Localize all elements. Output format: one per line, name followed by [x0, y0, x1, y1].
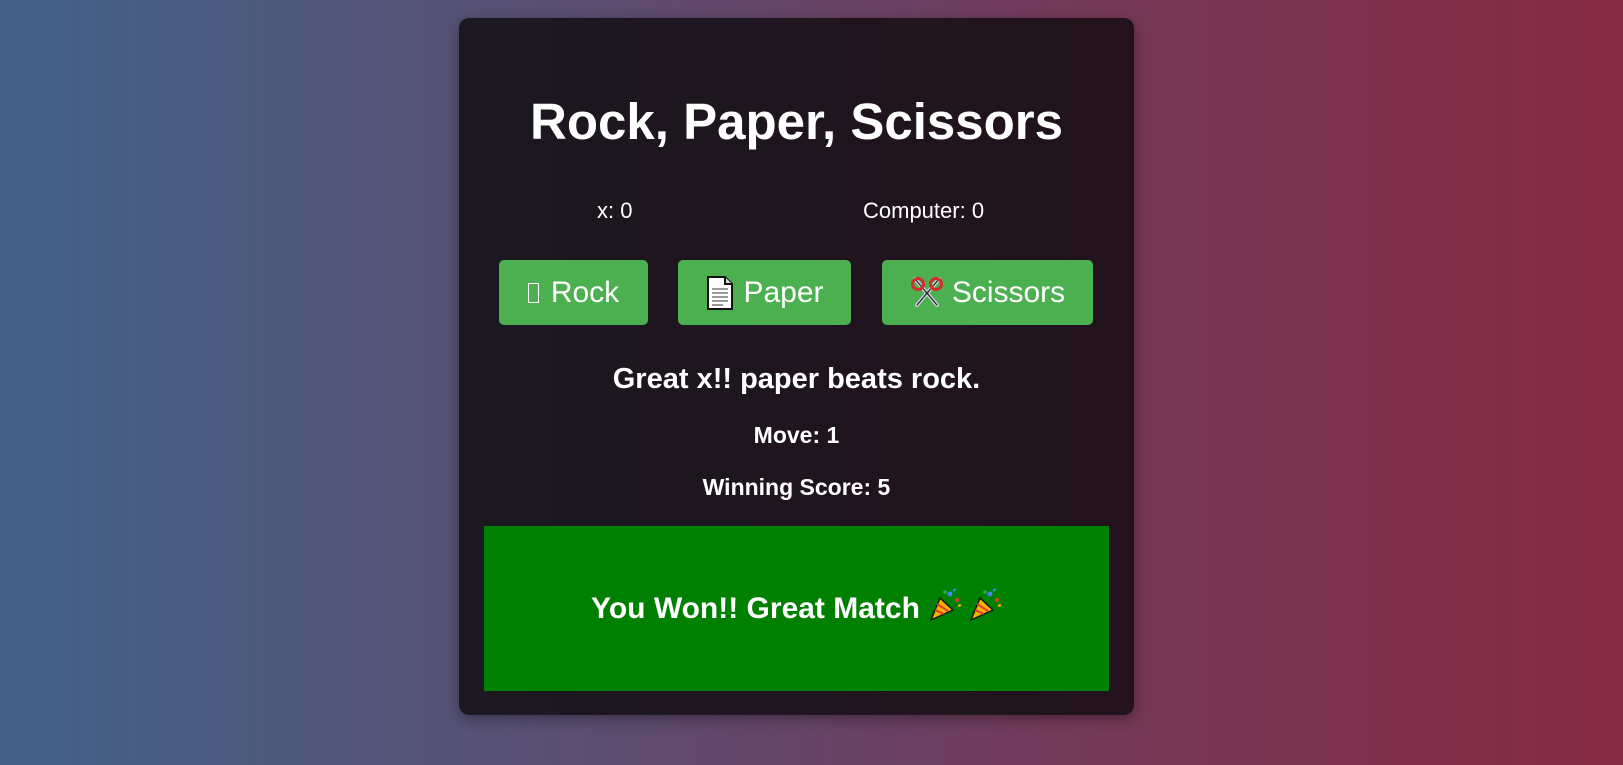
- game-card: Rock, Paper, Scissors x: 0 Computer: 0 R…: [459, 18, 1134, 715]
- move-counter: Move: 1: [753, 422, 840, 448]
- scissors-icon: [910, 276, 944, 310]
- party-popper-icon: [928, 587, 962, 630]
- winning-score: Winning Score: 5: [702, 474, 891, 500]
- paper-button[interactable]: Paper: [678, 260, 851, 325]
- rock-button-label: Rock: [550, 275, 620, 309]
- page-icon: [705, 275, 735, 310]
- win-banner: You Won!! Great Match: [484, 526, 1109, 691]
- paper-button-label: Paper: [743, 275, 824, 309]
- result-message: Great x!! paper beats rock.: [612, 363, 981, 395]
- page-title: Rock, Paper, Scissors: [530, 93, 1063, 150]
- party-popper-icon: [968, 587, 1002, 630]
- computer-score: Computer: 0: [863, 198, 985, 223]
- win-banner-text: You Won!! Great Match: [591, 591, 920, 625]
- rock-button[interactable]: Rock: [499, 260, 648, 325]
- scissors-button[interactable]: Scissors: [882, 260, 1093, 325]
- player-score: x: 0: [597, 198, 633, 223]
- scissors-button-label: Scissors: [951, 275, 1066, 309]
- missing-glyph-icon: [527, 282, 539, 303]
